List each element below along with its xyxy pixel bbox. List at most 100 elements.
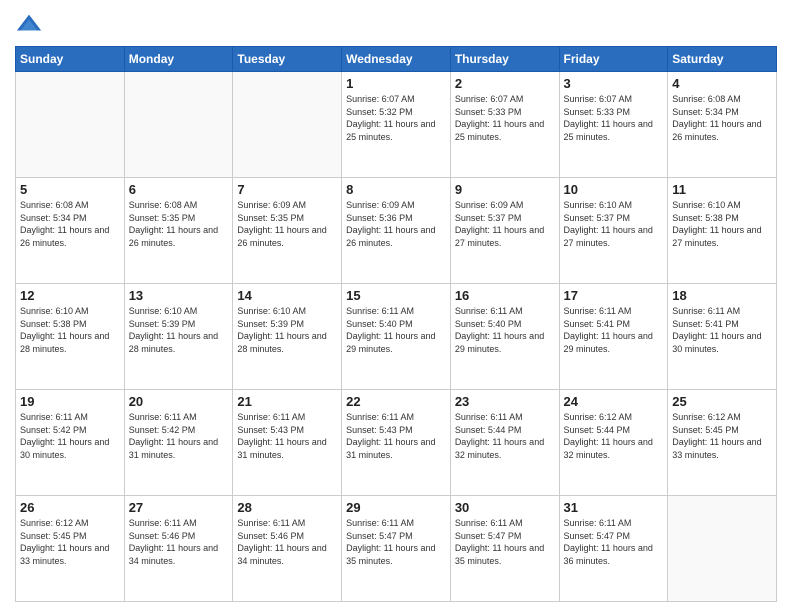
day-info: Sunrise: 6:10 AMSunset: 5:37 PMDaylight:… [564,199,664,249]
week-row-4: 19 Sunrise: 6:11 AMSunset: 5:42 PMDayligh… [16,390,777,496]
calendar-cell: 25 Sunrise: 6:12 AMSunset: 5:45 PMDayligh… [668,390,777,496]
day-info: Sunrise: 6:12 AMSunset: 5:45 PMDaylight:… [672,411,772,461]
day-info: Sunrise: 6:11 AMSunset: 5:42 PMDaylight:… [129,411,229,461]
calendar-cell: 13 Sunrise: 6:10 AMSunset: 5:39 PMDayligh… [124,284,233,390]
calendar-cell: 3 Sunrise: 6:07 AMSunset: 5:33 PMDaylight… [559,72,668,178]
header-row: SundayMondayTuesdayWednesdayThursdayFrid… [16,47,777,72]
day-info: Sunrise: 6:11 AMSunset: 5:47 PMDaylight:… [346,517,446,567]
day-info: Sunrise: 6:10 AMSunset: 5:39 PMDaylight:… [237,305,337,355]
calendar-cell: 16 Sunrise: 6:11 AMSunset: 5:40 PMDayligh… [450,284,559,390]
calendar-cell [124,72,233,178]
day-number: 23 [455,394,555,409]
calendar-cell: 7 Sunrise: 6:09 AMSunset: 5:35 PMDaylight… [233,178,342,284]
day-number: 7 [237,182,337,197]
calendar-cell: 29Sunrise: 6:11 AMSunset: 5:47 PMDayligh… [342,496,451,602]
day-info: Sunrise: 6:11 AMSunset: 5:47 PMDaylight:… [564,517,664,567]
week-row-2: 5 Sunrise: 6:08 AMSunset: 5:34 PMDaylight… [16,178,777,284]
day-number: 27 [129,500,229,515]
day-info: Sunrise: 6:11 AMSunset: 5:41 PMDaylight:… [672,305,772,355]
day-number: 16 [455,288,555,303]
day-info: Sunrise: 6:09 AMSunset: 5:37 PMDaylight:… [455,199,555,249]
day-info: Sunrise: 6:08 AMSunset: 5:35 PMDaylight:… [129,199,229,249]
day-info: Sunrise: 6:09 AMSunset: 5:35 PMDaylight:… [237,199,337,249]
day-info: Sunrise: 6:10 AMSunset: 5:39 PMDaylight:… [129,305,229,355]
calendar-cell: 10 Sunrise: 6:10 AMSunset: 5:37 PMDayligh… [559,178,668,284]
page: SundayMondayTuesdayWednesdayThursdayFrid… [0,0,792,612]
calendar-cell [233,72,342,178]
calendar-cell: 12Sunrise: 6:10 AMSunset: 5:38 PMDayligh… [16,284,125,390]
day-number: 11 [672,182,772,197]
day-info: Sunrise: 6:07 AMSunset: 5:32 PMDaylight:… [346,93,446,143]
day-number: 28 [237,500,337,515]
calendar-cell: 17Sunrise: 6:11 AMSunset: 5:41 PMDayligh… [559,284,668,390]
day-number: 14 [237,288,337,303]
day-info: Sunrise: 6:08 AMSunset: 5:34 PMDaylight:… [20,199,120,249]
header [15,10,777,38]
day-number: 25 [672,394,772,409]
header-monday: Monday [124,47,233,72]
day-number: 9 [455,182,555,197]
calendar-cell: 30Sunrise: 6:11 AMSunset: 5:47 PMDayligh… [450,496,559,602]
day-number: 22 [346,394,446,409]
day-number: 15 [346,288,446,303]
calendar-cell: 31 Sunrise: 6:11 AMSunset: 5:47 PMDayligh… [559,496,668,602]
calendar-cell: 8 Sunrise: 6:09 AMSunset: 5:36 PMDaylight… [342,178,451,284]
calendar-cell: 5 Sunrise: 6:08 AMSunset: 5:34 PMDaylight… [16,178,125,284]
day-number: 4 [672,76,772,91]
week-row-3: 12Sunrise: 6:10 AMSunset: 5:38 PMDayligh… [16,284,777,390]
calendar-cell: 28Sunrise: 6:11 AMSunset: 5:46 PMDayligh… [233,496,342,602]
day-info: Sunrise: 6:09 AMSunset: 5:36 PMDaylight:… [346,199,446,249]
day-number: 21 [237,394,337,409]
week-row-1: 1 Sunrise: 6:07 AMSunset: 5:32 PMDaylight… [16,72,777,178]
day-info: Sunrise: 6:11 AMSunset: 5:46 PMDaylight:… [129,517,229,567]
day-info: Sunrise: 6:12 AMSunset: 5:44 PMDaylight:… [564,411,664,461]
header-tuesday: Tuesday [233,47,342,72]
day-number: 10 [564,182,664,197]
calendar-cell: 21Sunrise: 6:11 AMSunset: 5:43 PMDayligh… [233,390,342,496]
day-number: 18 [672,288,772,303]
calendar-cell: 27 Sunrise: 6:11 AMSunset: 5:46 PMDayligh… [124,496,233,602]
calendar-cell: 15 Sunrise: 6:11 AMSunset: 5:40 PMDayligh… [342,284,451,390]
header-friday: Friday [559,47,668,72]
day-info: Sunrise: 6:11 AMSunset: 5:40 PMDaylight:… [346,305,446,355]
day-info: Sunrise: 6:11 AMSunset: 5:44 PMDaylight:… [455,411,555,461]
day-number: 3 [564,76,664,91]
day-info: Sunrise: 6:11 AMSunset: 5:40 PMDaylight:… [455,305,555,355]
calendar-cell: 19 Sunrise: 6:11 AMSunset: 5:42 PMDayligh… [16,390,125,496]
day-info: Sunrise: 6:11 AMSunset: 5:42 PMDaylight:… [20,411,120,461]
calendar-cell: 18 Sunrise: 6:11 AMSunset: 5:41 PMDayligh… [668,284,777,390]
logo [15,10,47,38]
header-saturday: Saturday [668,47,777,72]
calendar-cell: 24 Sunrise: 6:12 AMSunset: 5:44 PMDayligh… [559,390,668,496]
day-number: 31 [564,500,664,515]
calendar-cell: 14 Sunrise: 6:10 AMSunset: 5:39 PMDayligh… [233,284,342,390]
day-info: Sunrise: 6:11 AMSunset: 5:43 PMDaylight:… [346,411,446,461]
week-row-5: 26Sunrise: 6:12 AMSunset: 5:45 PMDayligh… [16,496,777,602]
day-info: Sunrise: 6:10 AMSunset: 5:38 PMDaylight:… [672,199,772,249]
calendar-cell [668,496,777,602]
day-number: 1 [346,76,446,91]
calendar-cell: 1 Sunrise: 6:07 AMSunset: 5:32 PMDaylight… [342,72,451,178]
day-number: 30 [455,500,555,515]
day-number: 13 [129,288,229,303]
calendar-cell [16,72,125,178]
calendar-cell: 2Sunrise: 6:07 AMSunset: 5:33 PMDaylight… [450,72,559,178]
calendar-cell: 9 Sunrise: 6:09 AMSunset: 5:37 PMDaylight… [450,178,559,284]
day-number: 2 [455,76,555,91]
day-number: 8 [346,182,446,197]
day-number: 24 [564,394,664,409]
calendar-cell: 23 Sunrise: 6:11 AMSunset: 5:44 PMDayligh… [450,390,559,496]
header-wednesday: Wednesday [342,47,451,72]
calendar-cell: 11 Sunrise: 6:10 AMSunset: 5:38 PMDayligh… [668,178,777,284]
day-number: 19 [20,394,120,409]
calendar-cell: 4 Sunrise: 6:08 AMSunset: 5:34 PMDaylight… [668,72,777,178]
day-number: 5 [20,182,120,197]
calendar-cell: 20Sunrise: 6:11 AMSunset: 5:42 PMDayligh… [124,390,233,496]
header-sunday: Sunday [16,47,125,72]
day-info: Sunrise: 6:07 AMSunset: 5:33 PMDaylight:… [564,93,664,143]
day-number: 17 [564,288,664,303]
day-info: Sunrise: 6:08 AMSunset: 5:34 PMDaylight:… [672,93,772,143]
day-number: 26 [20,500,120,515]
header-thursday: Thursday [450,47,559,72]
calendar-cell: 26Sunrise: 6:12 AMSunset: 5:45 PMDayligh… [16,496,125,602]
